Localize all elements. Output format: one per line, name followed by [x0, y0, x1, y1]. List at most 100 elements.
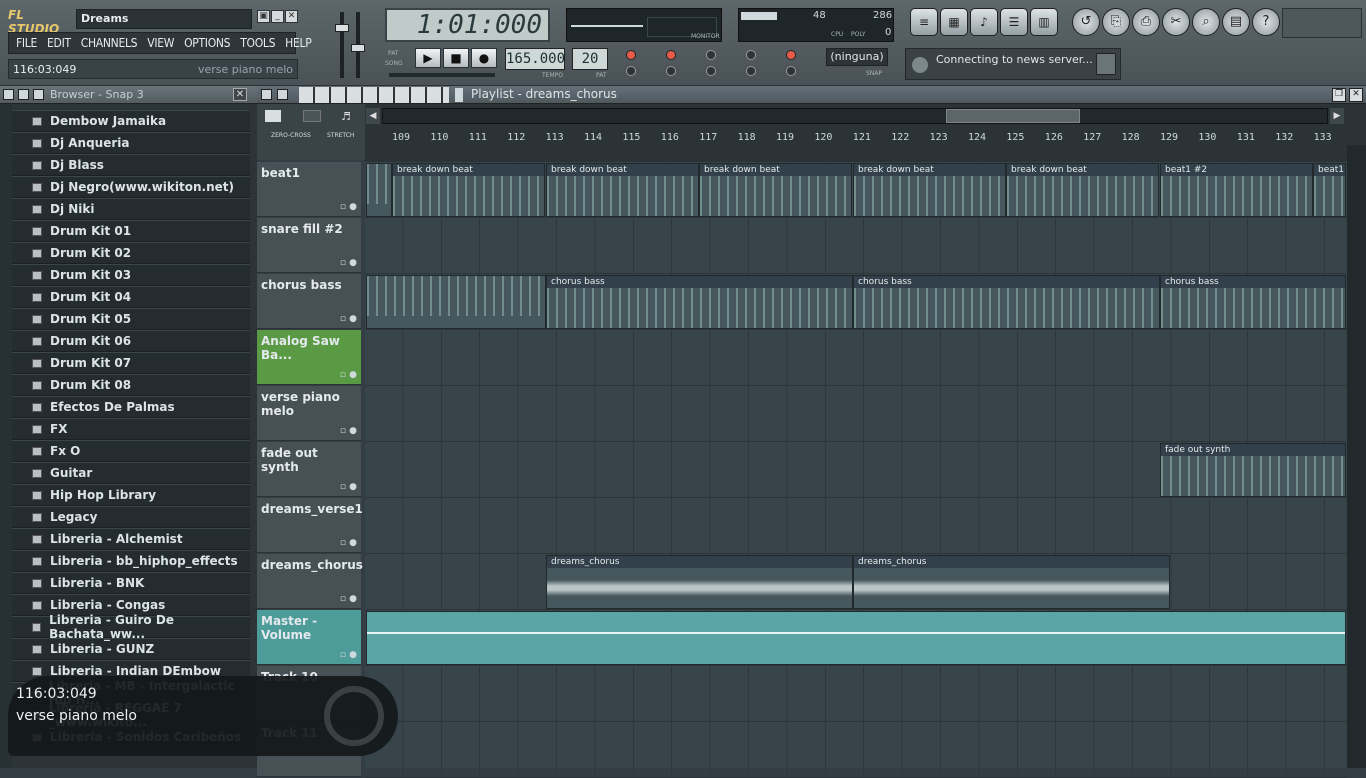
- browser-item[interactable]: Libreria - BNK: [12, 572, 250, 594]
- song-position-display[interactable]: 1:01:000: [385, 8, 550, 42]
- scroll-right-icon[interactable]: ▶: [1330, 108, 1344, 124]
- piano-roll-button[interactable]: ♪: [970, 8, 998, 36]
- track-name[interactable]: beat1 ▫ ●: [257, 162, 361, 217]
- track-name[interactable]: chorus bass ▫ ●: [257, 274, 361, 329]
- browser-item[interactable]: Dj Niki: [12, 198, 250, 220]
- menu-channels[interactable]: CHANNELS: [76, 36, 142, 50]
- record-button[interactable]: ●: [471, 48, 497, 68]
- step-sequencer-button[interactable]: ▦: [940, 8, 968, 36]
- loop-record-toggle[interactable]: [746, 50, 756, 60]
- bass-clip[interactable]: chorus bass: [853, 275, 1160, 329]
- browser-item[interactable]: Libreria - Alchemist: [12, 528, 250, 550]
- horizontal-scrollbar[interactable]: [382, 108, 1328, 124]
- info-icon[interactable]: ▤: [1222, 8, 1250, 36]
- pattern-mode-toggle[interactable]: [706, 66, 716, 76]
- browser-item[interactable]: FX: [12, 418, 250, 440]
- track-name[interactable]: Analog Saw Ba... ▫ ●: [257, 330, 361, 385]
- synth-clip[interactable]: fade out synth: [1160, 443, 1346, 497]
- stop-button[interactable]: ■: [443, 48, 469, 68]
- track-name[interactable]: Master - Volume ▫ ●: [257, 610, 361, 665]
- beat-clip[interactable]: break down beat: [699, 163, 852, 217]
- bass-clip[interactable]: chorus bass: [1160, 275, 1346, 329]
- help-icon[interactable]: ?: [1252, 8, 1280, 36]
- undo-icon[interactable]: ↺: [1072, 8, 1100, 36]
- beat-clip[interactable]: break down beat: [1006, 163, 1159, 217]
- search-icon[interactable]: ⌕: [1192, 8, 1220, 36]
- close-icon[interactable]: ✕: [233, 88, 247, 101]
- browser-item[interactable]: Dj Negro(www.wikiton.net): [12, 176, 250, 198]
- browser-item[interactable]: Dj Anqueria: [12, 132, 250, 154]
- download-icon[interactable]: [1096, 53, 1116, 75]
- track-name[interactable]: fade out synth ▫ ●: [257, 442, 361, 497]
- master-volume-slider[interactable]: [332, 8, 366, 82]
- track-icons[interactable]: ▫ ●: [340, 426, 357, 436]
- auto-toggle[interactable]: [786, 66, 796, 76]
- lane[interactable]: [365, 666, 1347, 722]
- browser-item[interactable]: Hip Hop Library: [12, 484, 250, 506]
- beat-clip[interactable]: beat1 #2: [1160, 163, 1313, 217]
- browser-item[interactable]: Dembow Jamaika: [12, 110, 250, 132]
- wait-input-toggle[interactable]: [666, 66, 676, 76]
- beat-clip[interactable]: break down beat: [853, 163, 1006, 217]
- track-name[interactable]: dreams_chorus ▫ ●: [257, 554, 363, 609]
- automation-clip[interactable]: [366, 611, 1346, 665]
- restore-button[interactable]: ▣: [257, 10, 270, 23]
- cut-icon[interactable]: ✂: [1162, 8, 1190, 36]
- close-button[interactable]: ✕: [285, 10, 298, 23]
- note-icon[interactable]: ♬: [341, 110, 355, 123]
- lane[interactable]: [365, 722, 1347, 778]
- track-icons[interactable]: ▫ ●: [340, 538, 357, 548]
- track-icons[interactable]: ▫ ●: [340, 202, 357, 212]
- browser-item[interactable]: Drum Kit 03: [12, 264, 250, 286]
- lane[interactable]: [365, 498, 1347, 554]
- position-slider[interactable]: [389, 73, 495, 77]
- track-icons[interactable]: ▫ ●: [340, 314, 357, 324]
- browser-item[interactable]: Drum Kit 04: [12, 286, 250, 308]
- maximize-icon[interactable]: ❐: [1332, 88, 1346, 102]
- zero-cross-label[interactable]: ZERO-CROSS: [271, 132, 311, 139]
- lane[interactable]: [365, 330, 1347, 386]
- audio-clip[interactable]: dreams_chorus: [853, 555, 1170, 609]
- beat-clip[interactable]: [366, 163, 392, 217]
- countdown-toggle[interactable]: [666, 50, 676, 60]
- track-icons[interactable]: ▫ ●: [340, 482, 357, 492]
- browser-item[interactable]: Libreria - Guiro De Bachata_ww...: [12, 613, 250, 641]
- track-icons[interactable]: ▫ ●: [340, 370, 357, 380]
- pattern-display[interactable]: 20: [572, 48, 608, 70]
- track-name[interactable]: verse piano melo ▫ ●: [257, 386, 361, 441]
- metronome-toggle[interactable]: [626, 50, 636, 60]
- midi-input-select[interactable]: (ninguna): [826, 48, 888, 66]
- menu-tools[interactable]: TOOLS: [235, 36, 280, 50]
- browser-item[interactable]: Drum Kit 05: [12, 308, 250, 330]
- browser-item[interactable]: Libreria - bb_hiphop_effects: [12, 550, 250, 572]
- playlist-arrow-icon[interactable]: [455, 88, 463, 102]
- pattern-icon[interactable]: [265, 110, 281, 122]
- track-icons[interactable]: ▫ ●: [340, 258, 357, 268]
- mixer-button[interactable]: ▥: [1030, 8, 1058, 36]
- track-icons[interactable]: ▫ ●: [340, 650, 357, 660]
- browser-item[interactable]: Libreria - GUNZ: [12, 638, 250, 660]
- horizontal-scroll-thumb[interactable]: [946, 109, 1080, 123]
- step-edit-toggle[interactable]: [786, 50, 796, 60]
- stretch-label[interactable]: STRETCH: [327, 132, 354, 139]
- browser-button[interactable]: ☰: [1000, 8, 1028, 36]
- refresh-icon[interactable]: [33, 89, 44, 100]
- playlist-close-icon[interactable]: ✕: [1349, 88, 1363, 102]
- bass-clip[interactable]: chorus bass: [546, 275, 853, 329]
- menu-edit[interactable]: EDIT: [42, 36, 76, 50]
- bass-clip[interactable]: [366, 275, 546, 329]
- automation-icon[interactable]: [303, 110, 321, 122]
- beat-clip[interactable]: break down beat: [546, 163, 699, 217]
- browser-item[interactable]: Drum Kit 02: [12, 242, 250, 264]
- song-title[interactable]: Dreams: [76, 9, 252, 29]
- browser-item[interactable]: Legacy: [12, 506, 250, 528]
- collapse-icon[interactable]: [18, 89, 29, 100]
- browser-item[interactable]: Drum Kit 08: [12, 374, 250, 396]
- menu-help[interactable]: HELP: [280, 36, 316, 50]
- track-name[interactable]: snare fill #2 ▫ ●: [257, 218, 361, 273]
- magnet-icon[interactable]: [277, 89, 288, 100]
- browser-item[interactable]: Drum Kit 07: [12, 352, 250, 374]
- blend-toggle[interactable]: [706, 50, 716, 60]
- track-icons[interactable]: ▫ ●: [340, 594, 357, 604]
- lane[interactable]: [365, 386, 1347, 442]
